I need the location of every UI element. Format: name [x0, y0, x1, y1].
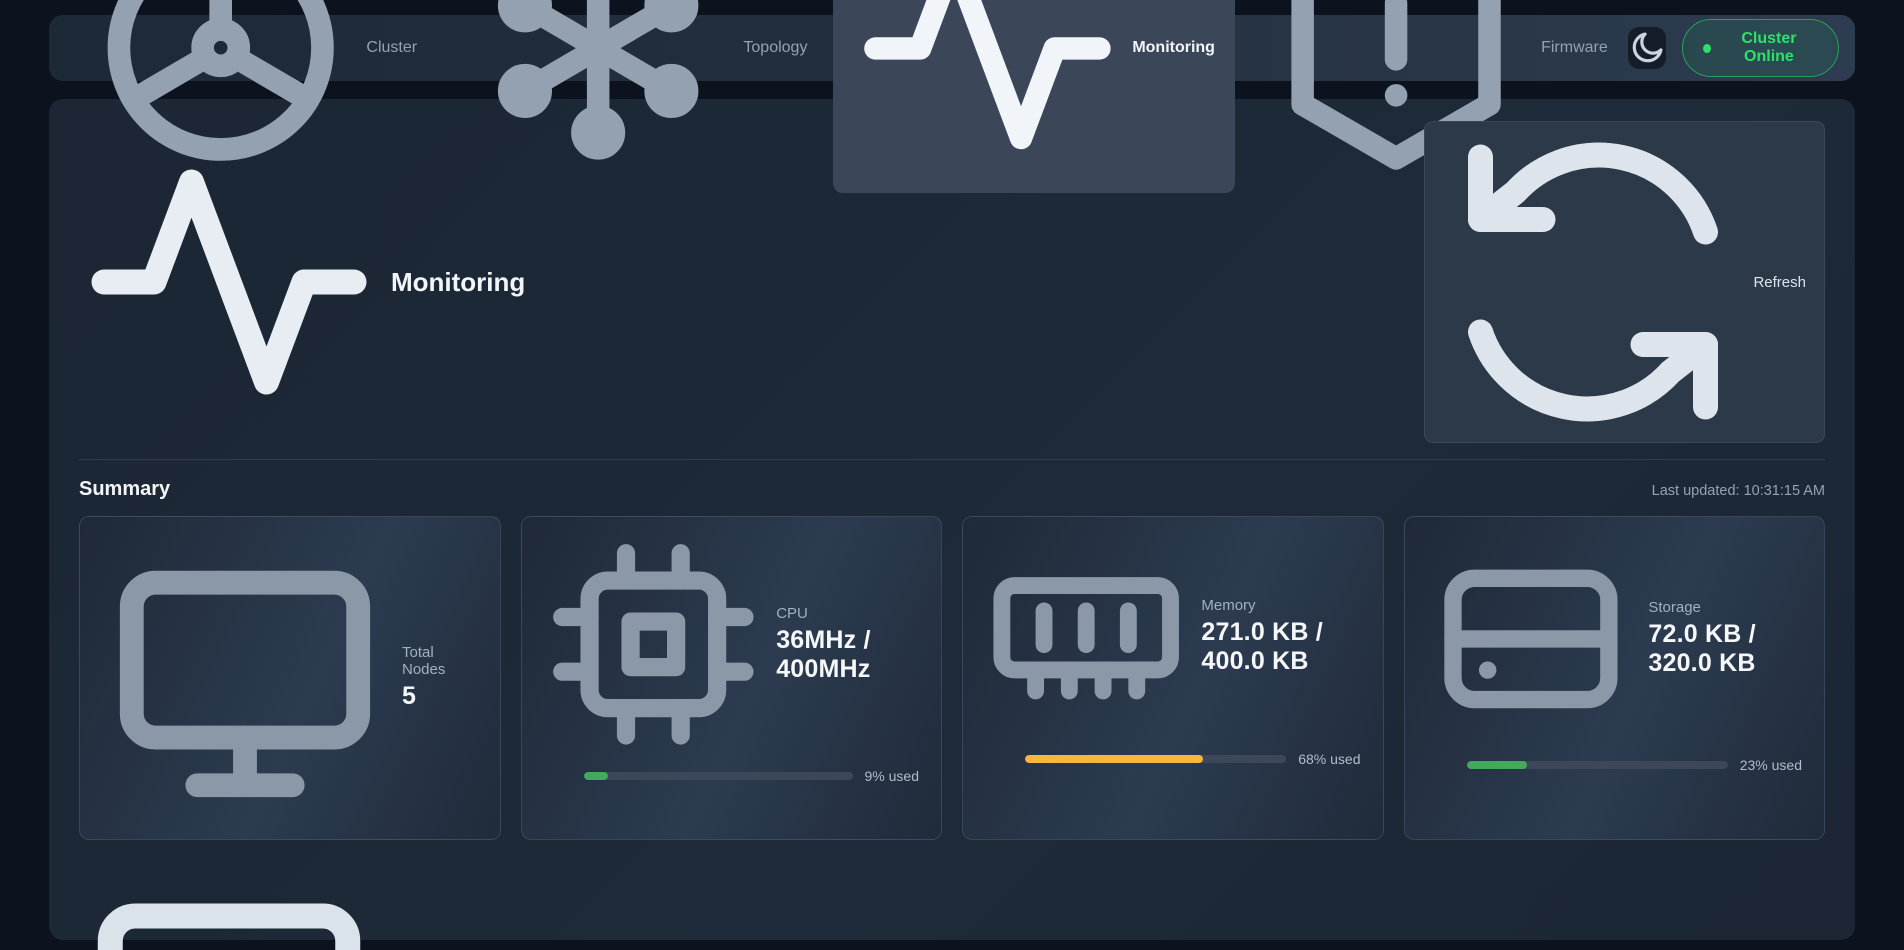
- memory-icon: [985, 535, 1187, 737]
- cluster-status-badge[interactable]: Cluster Online: [1682, 19, 1839, 77]
- refresh-icon: [1443, 132, 1743, 432]
- progress-bar-fill: [1467, 761, 1527, 769]
- summary-cards: Total Nodes 5 CPU 36MHz / 400MHz 9% used: [79, 516, 1825, 840]
- summary-card-value: 271.0 KB / 400.0 KB: [1201, 618, 1360, 676]
- nodes-header-row: Node Resource Details: [79, 866, 1825, 950]
- theme-toggle-button[interactable]: [1628, 27, 1666, 69]
- summary-card-title: CPU: [776, 605, 919, 622]
- percent-used-label: 23% used: [1740, 757, 1802, 773]
- tab-cluster-label: Cluster: [366, 39, 417, 57]
- refresh-button-label: Refresh: [1753, 274, 1806, 291]
- percent-used-label: 9% used: [865, 768, 919, 784]
- summary-card-value: 5: [402, 682, 478, 711]
- percent-used-label: 68% used: [1298, 751, 1360, 767]
- progress-bar-fill: [1025, 755, 1203, 763]
- page-title: Monitoring: [79, 132, 525, 432]
- progress-bar: [584, 772, 853, 780]
- tab-monitoring-label: Monitoring: [1132, 39, 1215, 57]
- progress-bar-fill: [584, 772, 608, 780]
- activity-icon: [853, 0, 1122, 182]
- monitoring-panel: Monitoring Refresh Summary Last updated:…: [49, 99, 1855, 940]
- nav-right: Cluster Online: [1628, 19, 1839, 77]
- nodes-heading: Node Resource Details: [79, 866, 607, 950]
- summary-card-storage: Storage 72.0 KB / 320.0 KB 23% used: [1404, 516, 1826, 840]
- summary-header-row: Summary Last updated: 10:31:15 AM: [79, 478, 1825, 501]
- summary-card-value: 36MHz / 400MHz: [776, 626, 919, 684]
- summary-card-value: 72.0 KB / 320.0 KB: [1648, 620, 1802, 678]
- monitor-icon: [102, 535, 388, 821]
- summary-card-title: Memory: [1201, 597, 1360, 614]
- summary-card-title: Total Nodes: [402, 644, 478, 678]
- activity-icon: [79, 132, 379, 432]
- storage-icon: [1427, 535, 1635, 743]
- summary-card-total-nodes: Total Nodes 5: [79, 516, 501, 840]
- tab-firmware-label: Firmware: [1541, 39, 1608, 57]
- page-title-text: Monitoring: [391, 267, 525, 298]
- cluster-status-label: Cluster Online: [1720, 30, 1818, 66]
- summary-heading: Summary: [79, 478, 170, 501]
- summary-card-cpu: CPU 36MHz / 400MHz 9% used: [521, 516, 943, 840]
- cpu-icon: [544, 535, 763, 754]
- progress-bar: [1467, 761, 1728, 769]
- refresh-button[interactable]: Refresh: [1424, 121, 1825, 443]
- progress-bar: [1025, 755, 1286, 763]
- top-nav: Cluster Topology Monitoring Firmware Clu…: [49, 15, 1855, 81]
- status-dot-icon: [1703, 44, 1711, 53]
- summary-card-title: Storage: [1648, 599, 1802, 616]
- tab-monitoring[interactable]: Monitoring: [833, 0, 1235, 193]
- monitor-icon: [79, 866, 379, 950]
- summary-card-memory: Memory 271.0 KB / 400.0 KB 68% used: [962, 516, 1384, 840]
- moon-icon: [1628, 29, 1666, 67]
- tab-topology-label: Topology: [743, 39, 807, 57]
- last-updated-text: Last updated: 10:31:15 AM: [1652, 483, 1825, 499]
